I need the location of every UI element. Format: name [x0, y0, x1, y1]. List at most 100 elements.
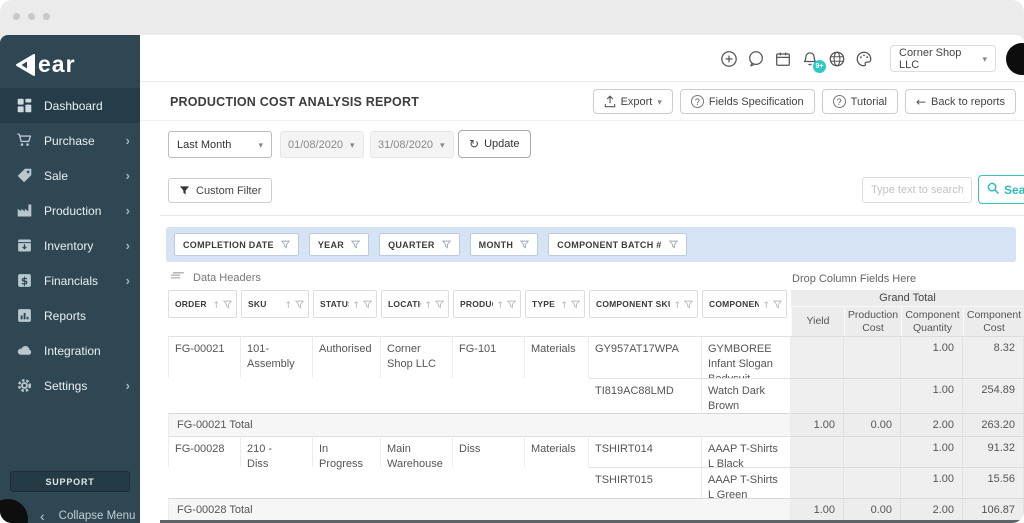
cell-yield	[791, 378, 844, 413]
column-header-order[interactable]: ORDER #	[168, 290, 241, 336]
dear-logo[interactable]: ear	[0, 35, 140, 82]
sidebar-item-dashboard[interactable]: Dashboard	[0, 88, 140, 123]
cell-order: FG-00028	[168, 436, 241, 467]
total-production-cost: 0.00	[844, 413, 901, 436]
sort-icon[interactable]	[560, 295, 568, 313]
filter-icon[interactable]	[295, 300, 304, 309]
theme-palette-icon[interactable]	[855, 50, 873, 68]
sidebar-item-inventory[interactable]: Inventory	[0, 228, 140, 263]
company-selector[interactable]: Corner Shop LLC	[890, 45, 996, 72]
sort-icon[interactable]	[284, 295, 292, 313]
cell-yield	[791, 336, 844, 378]
chip-label: COMPLETION DATE	[183, 239, 274, 250]
back-to-reports-button[interactable]: Back to reports	[904, 89, 1016, 114]
column-header-sku[interactable]: SKU	[241, 290, 313, 336]
column-header-component-sku[interactable]: COMPONENT SKU	[589, 290, 702, 336]
globe-icon[interactable]	[828, 50, 846, 68]
cell-type: Materials	[525, 336, 589, 378]
sidebar-item-purchase[interactable]: Purchase	[0, 123, 140, 158]
support-button[interactable]: SUPPORT	[10, 471, 130, 492]
notifications-icon[interactable]: 9+	[801, 50, 826, 73]
filter-icon[interactable]	[571, 300, 580, 309]
sidebar-item-label: Dashboard	[44, 98, 103, 113]
sidebar-item-sale[interactable]: Sale	[0, 158, 140, 193]
update-button[interactable]: Update	[458, 130, 531, 158]
date-from-field[interactable]	[280, 131, 364, 158]
column-header-status[interactable]: STATUS	[313, 290, 381, 336]
search-input[interactable]	[862, 177, 972, 203]
cell-component: Watch Dark Brown	[702, 378, 791, 413]
pivot-chip-completion-date[interactable]: COMPLETION DATE	[174, 233, 299, 256]
custom-filter-label: Custom Filter	[196, 184, 262, 197]
column-header-product[interactable]: PRODUCT	[453, 290, 525, 336]
group-total-label: FG-00028 Total	[168, 498, 791, 520]
user-avatar[interactable]	[1006, 42, 1024, 75]
factory-icon	[16, 202, 33, 219]
custom-filter-button[interactable]: Custom Filter	[168, 178, 273, 203]
column-header-component[interactable]: COMPONENT	[702, 290, 791, 336]
pivot-chip-month[interactable]: MONTH	[469, 233, 539, 256]
date-to-field[interactable]	[370, 131, 454, 158]
cell-yield	[791, 467, 844, 498]
column-header-type[interactable]: TYPE	[525, 290, 589, 336]
date-from-input[interactable]	[288, 138, 350, 151]
filter-icon[interactable]	[363, 300, 372, 309]
pivot-chip-component-batch[interactable]: COMPONENT BATCH #	[548, 233, 687, 256]
pivot-chip-year[interactable]: YEAR	[308, 233, 370, 256]
sort-icon[interactable]	[496, 295, 504, 313]
sidebar-item-integration[interactable]: Integration	[0, 333, 140, 368]
column-header-location[interactable]: LOCATION	[381, 290, 453, 336]
column-header-label: LOCATION	[388, 299, 421, 309]
cell-component-cost: 91.32	[963, 436, 1024, 467]
sort-icon[interactable]	[352, 295, 360, 313]
period-select-value: Last Month	[177, 138, 232, 151]
cell-component-sku: TSHIRT015	[589, 467, 702, 498]
window-dot[interactable]	[28, 13, 35, 20]
pivot-row-fields-band: COMPLETION DATE YEAR QUARTER MONTH COMPO…	[166, 227, 1016, 262]
fields-specification-button[interactable]: Fields Specification	[679, 89, 815, 114]
filter-icon[interactable]	[435, 300, 444, 309]
help-chat-bubble[interactable]	[0, 499, 28, 523]
sidebar: ear Dashboard Purchase Sale Production	[0, 35, 140, 523]
window-dot[interactable]	[43, 13, 50, 20]
filter-icon[interactable]	[684, 300, 693, 309]
question-icon	[832, 95, 846, 108]
chip-label: YEAR	[317, 239, 345, 250]
cell-component: AAAP T-Shirts L Green	[702, 467, 791, 501]
sort-icon[interactable]	[212, 295, 220, 313]
export-button[interactable]: Export	[592, 89, 673, 114]
pivot-table: ORDER # SKU STATUS LOCATION PRODUCT TYPE…	[168, 290, 1024, 520]
sidebar-menu: Dashboard Purchase Sale Production Inven…	[0, 88, 140, 403]
period-select[interactable]: Last Month	[168, 131, 272, 158]
value-header-yield: Yield	[791, 307, 844, 336]
column-header-label: COMPONENT SKU	[596, 299, 671, 309]
date-to-input[interactable]	[378, 138, 440, 151]
filter-icon[interactable]	[773, 300, 782, 309]
dollar-icon: $	[16, 272, 33, 289]
window-dot[interactable]	[13, 13, 20, 20]
total-production-cost: 0.00	[844, 498, 901, 520]
sidebar-item-production[interactable]: Production	[0, 193, 140, 228]
sidebar-item-label: Sale	[44, 168, 69, 183]
chevron-down-icon	[350, 139, 355, 151]
sort-icon[interactable]	[762, 295, 770, 313]
value-header-component-quantity: Component Quantity	[901, 307, 963, 336]
sort-icon[interactable]	[673, 295, 681, 313]
export-icon	[604, 95, 616, 108]
total-component-cost: 106.87	[963, 498, 1024, 520]
data-headers-toggle[interactable]: Data Headers	[170, 271, 261, 285]
total-yield: 1.00	[791, 413, 844, 436]
pivot-chip-quarter[interactable]: QUARTER	[379, 233, 460, 256]
sort-icon[interactable]	[424, 295, 432, 313]
sidebar-item-reports[interactable]: Reports	[0, 298, 140, 333]
calendar-icon[interactable]	[774, 50, 792, 68]
sidebar-item-financials[interactable]: $ Financials	[0, 263, 140, 298]
filter-icon[interactable]	[223, 300, 232, 309]
plus-icon[interactable]	[720, 50, 738, 68]
search-button[interactable]: Search	[978, 175, 1024, 204]
filter-icon[interactable]	[507, 300, 516, 309]
sidebar-item-settings[interactable]: Settings	[0, 368, 140, 403]
window-controls[interactable]	[13, 13, 50, 20]
chat-icon[interactable]	[747, 50, 765, 68]
tutorial-button[interactable]: Tutorial	[821, 89, 898, 114]
